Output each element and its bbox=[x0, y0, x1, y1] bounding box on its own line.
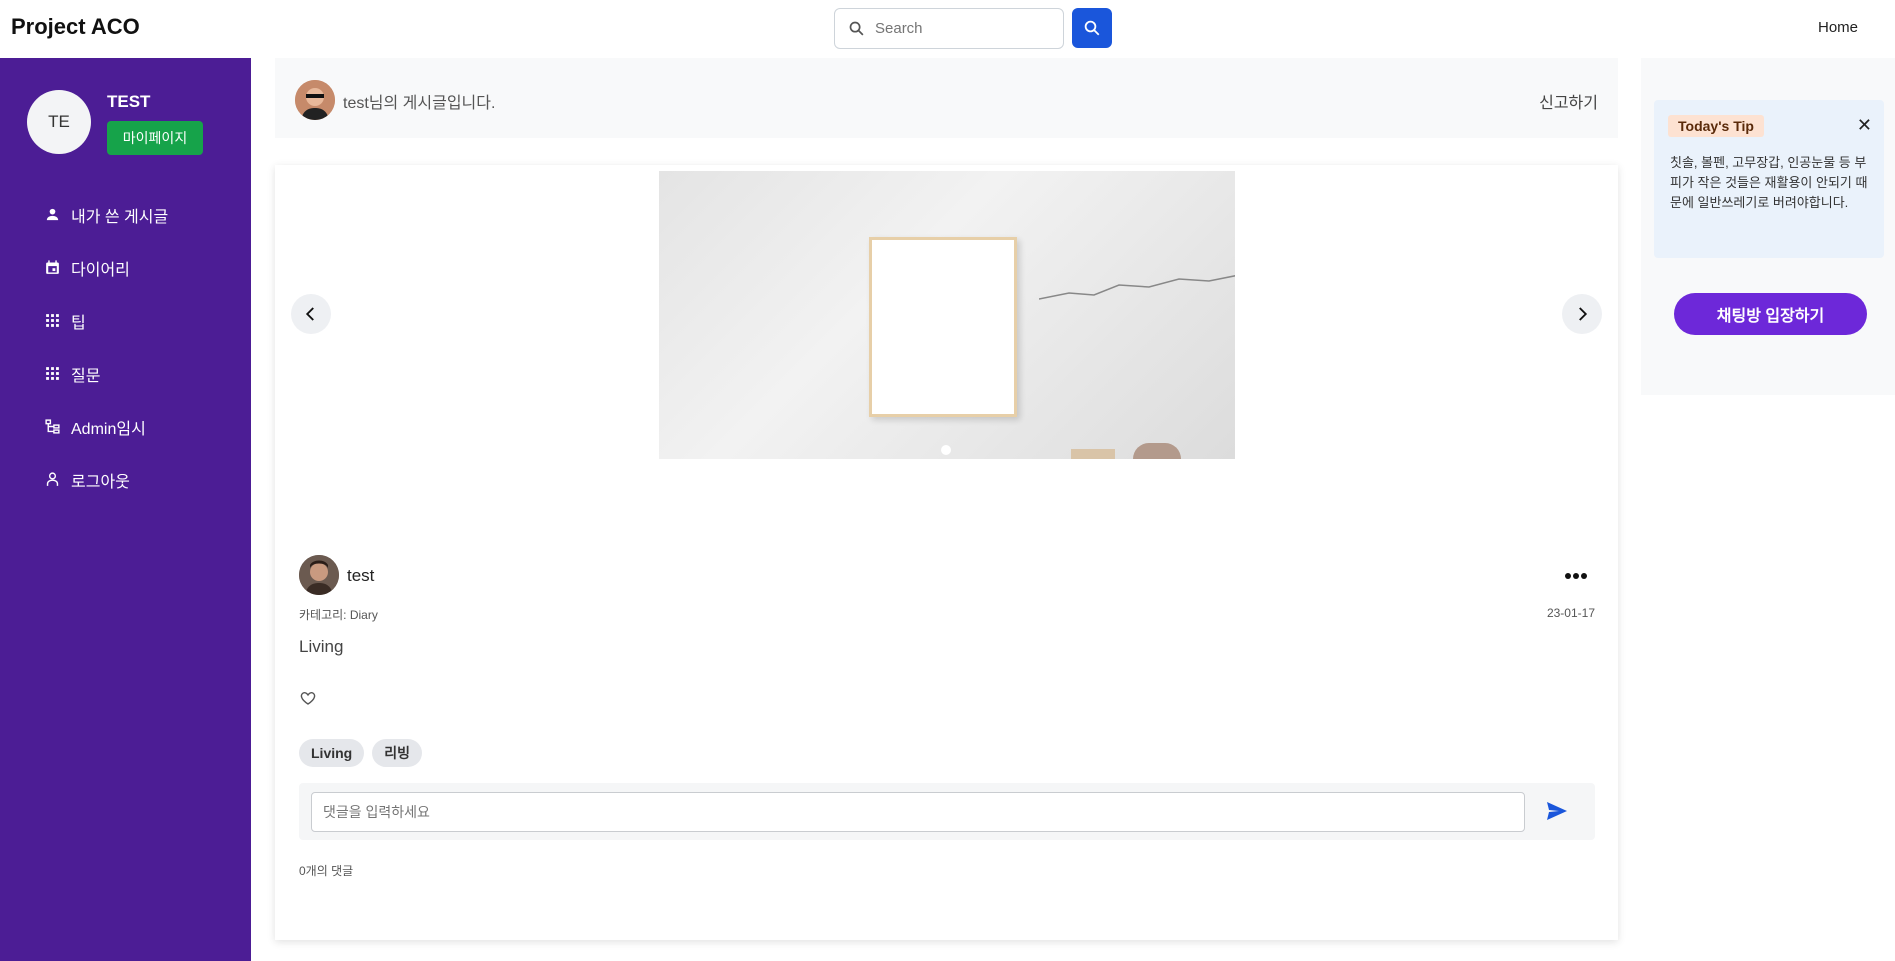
picture-frame bbox=[869, 237, 1017, 417]
search-icon bbox=[849, 21, 864, 36]
report-button[interactable]: 신고하기 bbox=[1539, 89, 1598, 113]
tag-list: Living 리빙 bbox=[299, 739, 422, 767]
admin-tree-icon bbox=[45, 419, 60, 434]
top-navbar: Project ACO Home bbox=[0, 0, 1895, 58]
avatar: TE bbox=[27, 90, 91, 154]
tag-chip[interactable]: 리빙 bbox=[372, 739, 422, 767]
carousel-image bbox=[659, 171, 1235, 459]
calendar-icon bbox=[46, 260, 59, 274]
carousel-next-button[interactable] bbox=[1562, 294, 1602, 334]
tip-title-badge: Today's Tip bbox=[1668, 115, 1764, 137]
post-header: test님의 게시글입니다. 신고하기 bbox=[275, 58, 1618, 138]
person-outline-icon bbox=[46, 472, 59, 486]
carousel-prev-button[interactable] bbox=[291, 294, 331, 334]
sidebar: TE TEST 마이페이지 내가 쓴 게시글 다이어리 팁 질문 Admin임시… bbox=[0, 58, 251, 961]
search-field[interactable] bbox=[834, 8, 1064, 49]
brand-logo[interactable]: Project ACO bbox=[11, 14, 140, 40]
sidebar-menu: 내가 쓴 게시글 다이어리 팁 질문 Admin임시 로그아웃 bbox=[44, 188, 168, 506]
grid-icon bbox=[46, 314, 59, 327]
sidebar-item-label: 질문 bbox=[71, 367, 101, 385]
enter-chatroom-button[interactable]: 채팅방 입장하기 bbox=[1674, 293, 1867, 335]
sidebar-item-label: Admin임시 bbox=[71, 420, 146, 438]
tip-card: Today's Tip ✕ 칫솔, 볼펜, 고무장갑, 인공눈물 등 부피가 작… bbox=[1654, 100, 1884, 258]
nav-home-link[interactable]: Home bbox=[1818, 19, 1858, 36]
post-author-avatar bbox=[299, 555, 339, 595]
right-panel: Today's Tip ✕ 칫솔, 볼펜, 고무장갑, 인공눈물 등 부피가 작… bbox=[1641, 58, 1895, 395]
sidebar-item-tips[interactable]: 팁 bbox=[44, 294, 168, 347]
sidebar-item-diary[interactable]: 다이어리 bbox=[44, 241, 168, 294]
author-avatar bbox=[295, 80, 335, 120]
sidebar-item-my-posts[interactable]: 내가 쓴 게시글 bbox=[44, 188, 168, 241]
more-options-button[interactable] bbox=[1563, 566, 1589, 586]
close-icon[interactable]: ✕ bbox=[1857, 115, 1872, 136]
sidebar-item-label: 다이어리 bbox=[71, 261, 130, 279]
sidebar-item-label: 로그아웃 bbox=[71, 473, 130, 491]
mypage-button[interactable]: 마이페이지 bbox=[107, 121, 203, 155]
sidebar-item-label: 팁 bbox=[71, 314, 86, 332]
heart-icon[interactable] bbox=[299, 689, 317, 707]
send-icon[interactable] bbox=[1545, 799, 1569, 823]
post-date: 23-01-17 bbox=[1546, 606, 1595, 620]
chevron-right-icon bbox=[1579, 307, 1588, 321]
sidebar-item-questions[interactable]: 질문 bbox=[44, 347, 168, 400]
search-input[interactable] bbox=[875, 20, 1045, 37]
search-button[interactable] bbox=[1072, 8, 1112, 48]
post-author-name[interactable]: test bbox=[347, 566, 374, 586]
post-body: Living bbox=[299, 637, 344, 656]
chevron-left-icon bbox=[305, 307, 314, 321]
post-card: test 카테고리: Diary 23-01-17 Living Living … bbox=[275, 165, 1618, 940]
grid-icon bbox=[46, 367, 59, 380]
comment-input[interactable] bbox=[311, 792, 1525, 832]
sidebar-username: TEST bbox=[107, 92, 151, 111]
sidebar-item-logout[interactable]: 로그아웃 bbox=[44, 453, 168, 506]
sidebar-item-label: 내가 쓴 게시글 bbox=[71, 208, 169, 226]
sidebar-item-admin[interactable]: Admin임시 bbox=[44, 400, 168, 453]
post-category: 카테고리: Diary bbox=[299, 608, 378, 622]
comment-form bbox=[299, 783, 1595, 840]
search-icon bbox=[1084, 20, 1100, 36]
tag-chip[interactable]: Living bbox=[299, 739, 365, 767]
comment-count: 0개의 댓글 bbox=[299, 864, 354, 878]
tip-text: 칫솔, 볼펜, 고무장갑, 인공눈물 등 부피가 작은 것들은 재활용이 안되기… bbox=[1670, 155, 1868, 210]
carousel-indicator[interactable] bbox=[941, 445, 951, 455]
more-horizontal-icon bbox=[1565, 573, 1587, 579]
person-icon bbox=[46, 208, 59, 221]
post-owner-title: test님의 게시글입니다. bbox=[343, 95, 496, 112]
